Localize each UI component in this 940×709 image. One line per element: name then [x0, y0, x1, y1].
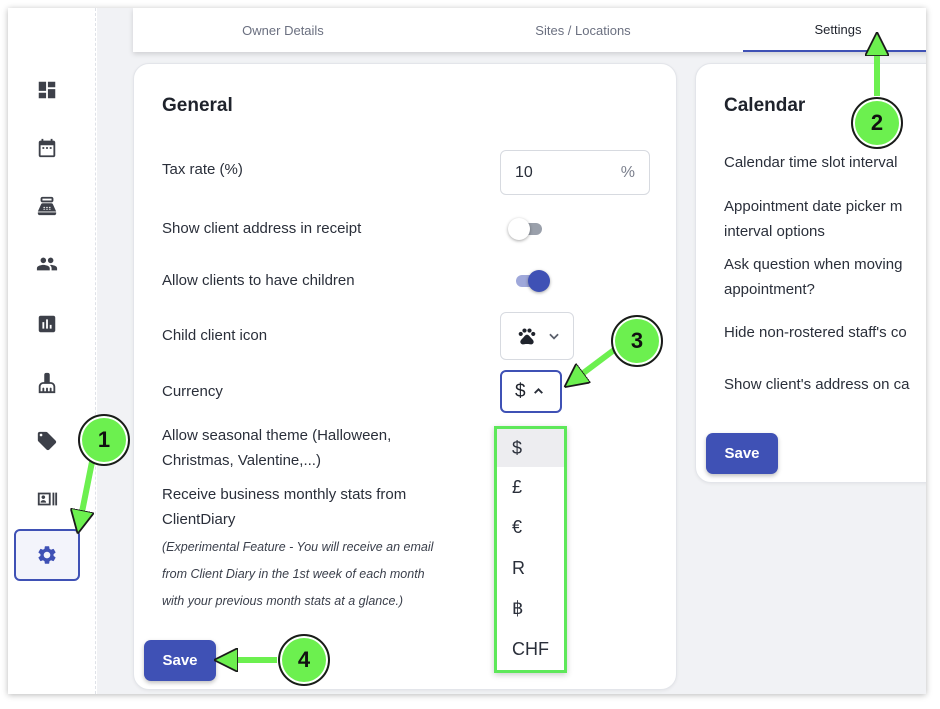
- callout-1: 1: [78, 414, 130, 466]
- callout-2: 2: [851, 97, 903, 149]
- callout-4: 4: [278, 634, 330, 686]
- callout-3: 3: [611, 315, 663, 367]
- arrow-3: [574, 347, 616, 380]
- arrow-1: [80, 461, 95, 522]
- annotation-arrows: [0, 0, 940, 709]
